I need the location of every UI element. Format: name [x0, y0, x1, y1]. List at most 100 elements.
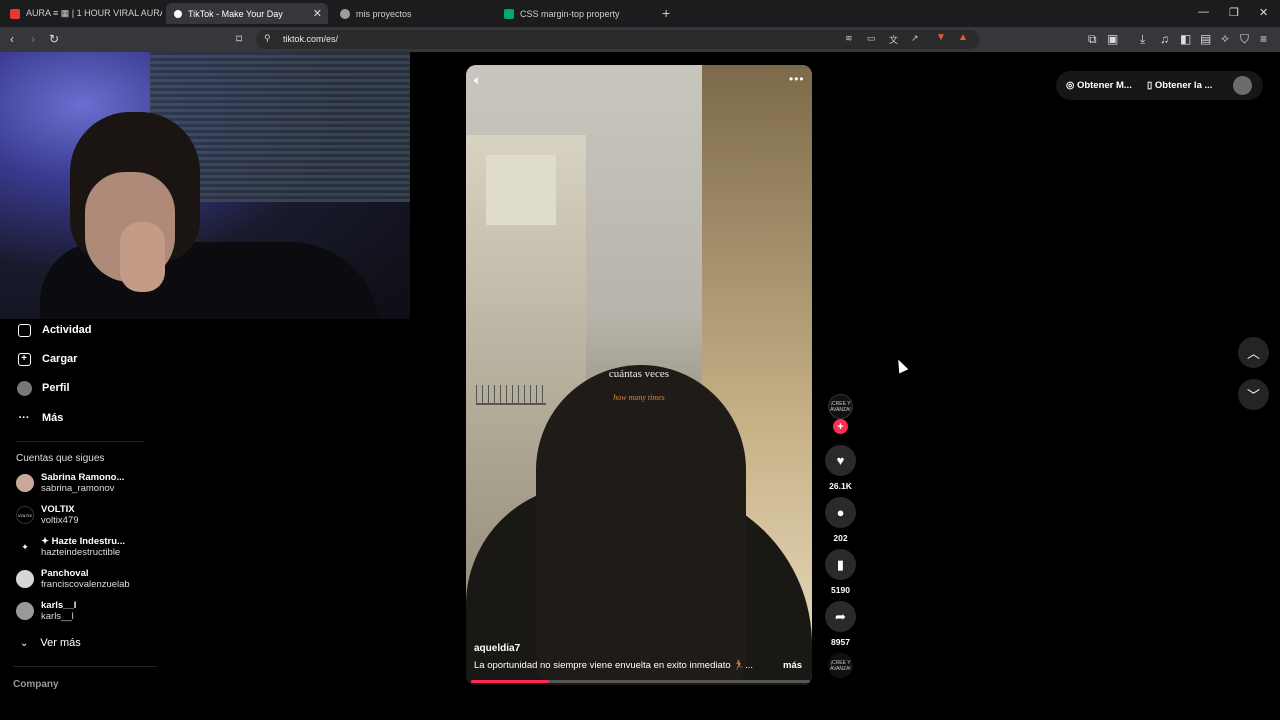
volume-icon[interactable]: 🔈︎ — [474, 73, 481, 88]
tiktok-favicon-icon — [174, 9, 182, 18]
next-video-button[interactable]: ﹀ — [1238, 379, 1269, 410]
sidebar-item-cargar[interactable]: + Cargar — [16, 351, 77, 367]
cast-icon[interactable]: ▭ — [867, 33, 876, 44]
share-icon[interactable]: ↗ — [911, 33, 919, 44]
webcam-overlay — [0, 52, 410, 319]
save-count: 5190 — [831, 585, 850, 595]
profile-avatar — [16, 380, 32, 396]
brave-rewards-icon[interactable]: ▲ — [958, 32, 968, 43]
menu-icon[interactable]: ≡ — [1260, 32, 1267, 46]
bookmark-icon[interactable]: ▮ — [825, 549, 856, 580]
address-bar[interactable]: ⚲ tiktok.com/es/ ≋ ▭ 文 ↗ ▼ ▲ — [256, 30, 980, 49]
close-window-button[interactable]: ✕ — [1259, 6, 1268, 19]
get-app-label: Obtener la ... — [1154, 80, 1213, 91]
tab-title: AURA ≡ ▦ | 1 HOUR VIRAL AURA M — [26, 8, 162, 18]
get-app-button[interactable]: ▯ Obtener la ... — [1147, 80, 1212, 91]
translate-icon[interactable]: 文 — [889, 33, 898, 46]
music-disc[interactable]: ¡CREE Y AVANZA! — [828, 653, 853, 678]
following-account[interactable]: ✦ ✦ Hazte Indestru... hazteindestructible — [16, 536, 125, 558]
upload-icon: + — [16, 351, 32, 367]
account-name: Sabrina Ramono... — [41, 472, 125, 483]
following-account[interactable]: Panchoval franciscovalenzuelab — [16, 568, 130, 590]
account-handle: hazteindestructible — [41, 547, 121, 558]
vpn-icon[interactable]: ⛉ — [1240, 32, 1249, 46]
sidebar-item-perfil[interactable]: Perfil — [16, 380, 70, 396]
avatar — [16, 474, 34, 492]
back-icon[interactable]: ‹ — [10, 32, 14, 46]
sidebar-icon[interactable]: ◧ — [1180, 32, 1191, 46]
account-handle: franciscovalenzuelab — [41, 579, 130, 590]
forward-icon[interactable]: › — [31, 32, 35, 46]
avatar: VOLTIX — [16, 506, 34, 524]
more-options-icon[interactable]: ••• — [789, 72, 805, 86]
account-name: karls__l — [41, 600, 77, 611]
comment-action[interactable]: ● 202 — [825, 497, 856, 543]
tab-mis-proyectos[interactable]: mis proyectos — [332, 3, 492, 24]
media-icon[interactable]: ♫ — [1160, 32, 1169, 46]
comment-icon[interactable]: ● — [825, 497, 856, 528]
heart-icon[interactable]: ♥ — [825, 445, 856, 476]
save-action[interactable]: ▮ 5190 — [825, 549, 856, 595]
creator-avatar[interactable]: ¡CREE Y AVANZA! — [828, 394, 853, 419]
leo-ai-icon[interactable]: ✧ — [1220, 32, 1230, 46]
globe-favicon-icon — [340, 8, 350, 19]
following-account[interactable]: Sabrina Ramono... sabrina_ramonov — [16, 472, 124, 494]
avatar — [16, 570, 34, 588]
video-player[interactable]: cuántas veces how many times — [466, 65, 812, 685]
video-description: La oportunidad no siempre viene envuelta… — [474, 660, 754, 671]
tab-title: mis proyectos — [356, 8, 412, 19]
minimize-button[interactable]: — — [1198, 6, 1209, 18]
tab-tiktok[interactable]: TikTok - Make Your Day ✕ — [166, 3, 328, 24]
see-more-button[interactable]: ⌄ Ver más — [20, 637, 81, 649]
site-settings-icon[interactable]: ⚲ — [264, 33, 271, 44]
like-count: 26.1K — [829, 481, 852, 491]
tab-aura[interactable]: AURA ≡ ▦ | 1 HOUR VIRAL AURA M — [2, 3, 162, 24]
video-progress-bar[interactable] — [471, 680, 810, 683]
video-person-head — [536, 365, 746, 685]
screenshot-icon[interactable]: ▣ — [1107, 32, 1118, 46]
get-coins-button[interactable]: ◎ Obtener M... — [1066, 80, 1132, 91]
phone-icon: ▯ — [1147, 80, 1155, 91]
w3schools-favicon-icon — [504, 8, 514, 19]
user-avatar[interactable] — [1233, 76, 1252, 95]
video-author[interactable]: aqueldia7 — [474, 643, 520, 654]
footer-company-link[interactable]: Company — [13, 679, 59, 690]
sidebar-item-mas[interactable]: ··· Más — [16, 410, 64, 426]
restore-button[interactable]: ❐ — [1229, 6, 1239, 19]
url-text: tiktok.com/es/ — [283, 34, 339, 44]
following-account[interactable]: karls__l karls__l — [16, 600, 76, 622]
activity-icon — [16, 322, 32, 338]
youtube-favicon-icon — [10, 8, 20, 19]
account-handle: voltix479 — [41, 515, 79, 526]
video-caption: cuántas veces — [608, 368, 670, 380]
chevron-down-icon: ⌄ — [20, 637, 29, 649]
reader-mode-icon[interactable]: ≋ — [845, 33, 853, 44]
sidebar-item-label: Actividad — [42, 324, 92, 336]
brave-shields-icon[interactable]: ▼ — [936, 32, 946, 43]
bookmark-icon[interactable]: ⌑ — [236, 32, 242, 46]
share-arrow-icon[interactable]: ➦ — [825, 601, 856, 632]
comment-count: 202 — [833, 533, 848, 543]
tab-css-margin-top[interactable]: CSS margin-top property — [496, 3, 656, 24]
account-name: Panchoval — [41, 568, 89, 579]
share-action[interactable]: ➦ 8957 — [825, 601, 856, 647]
sidebar-item-actividad[interactable]: Actividad — [16, 322, 92, 338]
chevron-up-icon: ︿ — [1246, 346, 1260, 361]
video-caption-translation: how many times — [613, 393, 665, 402]
following-account[interactable]: VOLTIX VOLTIX voltix479 — [16, 504, 79, 526]
see-more-label: Ver más — [40, 637, 81, 649]
new-tab-button[interactable]: + — [662, 5, 670, 21]
description-more-button[interactable]: más — [783, 660, 802, 671]
wallet-icon[interactable]: ▤ — [1200, 32, 1211, 46]
close-tab-icon[interactable]: ✕ — [313, 7, 322, 20]
video-tower — [486, 155, 556, 225]
like-action[interactable]: ♥ 26.1K — [825, 445, 856, 491]
divider — [16, 441, 144, 442]
previous-video-button[interactable]: ︿ — [1238, 337, 1269, 368]
browser-toolbar: ‹ › ↻ ⌑ ⚲ tiktok.com/es/ ≋ ▭ 文 ↗ ▼ ▲ ⧉ ▣… — [0, 27, 1280, 52]
reload-icon[interactable]: ↻ — [49, 32, 59, 46]
follow-plus-button[interactable]: + — [833, 419, 848, 434]
download-icon[interactable]: ⤓ — [1140, 32, 1145, 46]
extensions-icon[interactable]: ⧉ — [1088, 32, 1097, 46]
divider — [13, 666, 157, 667]
